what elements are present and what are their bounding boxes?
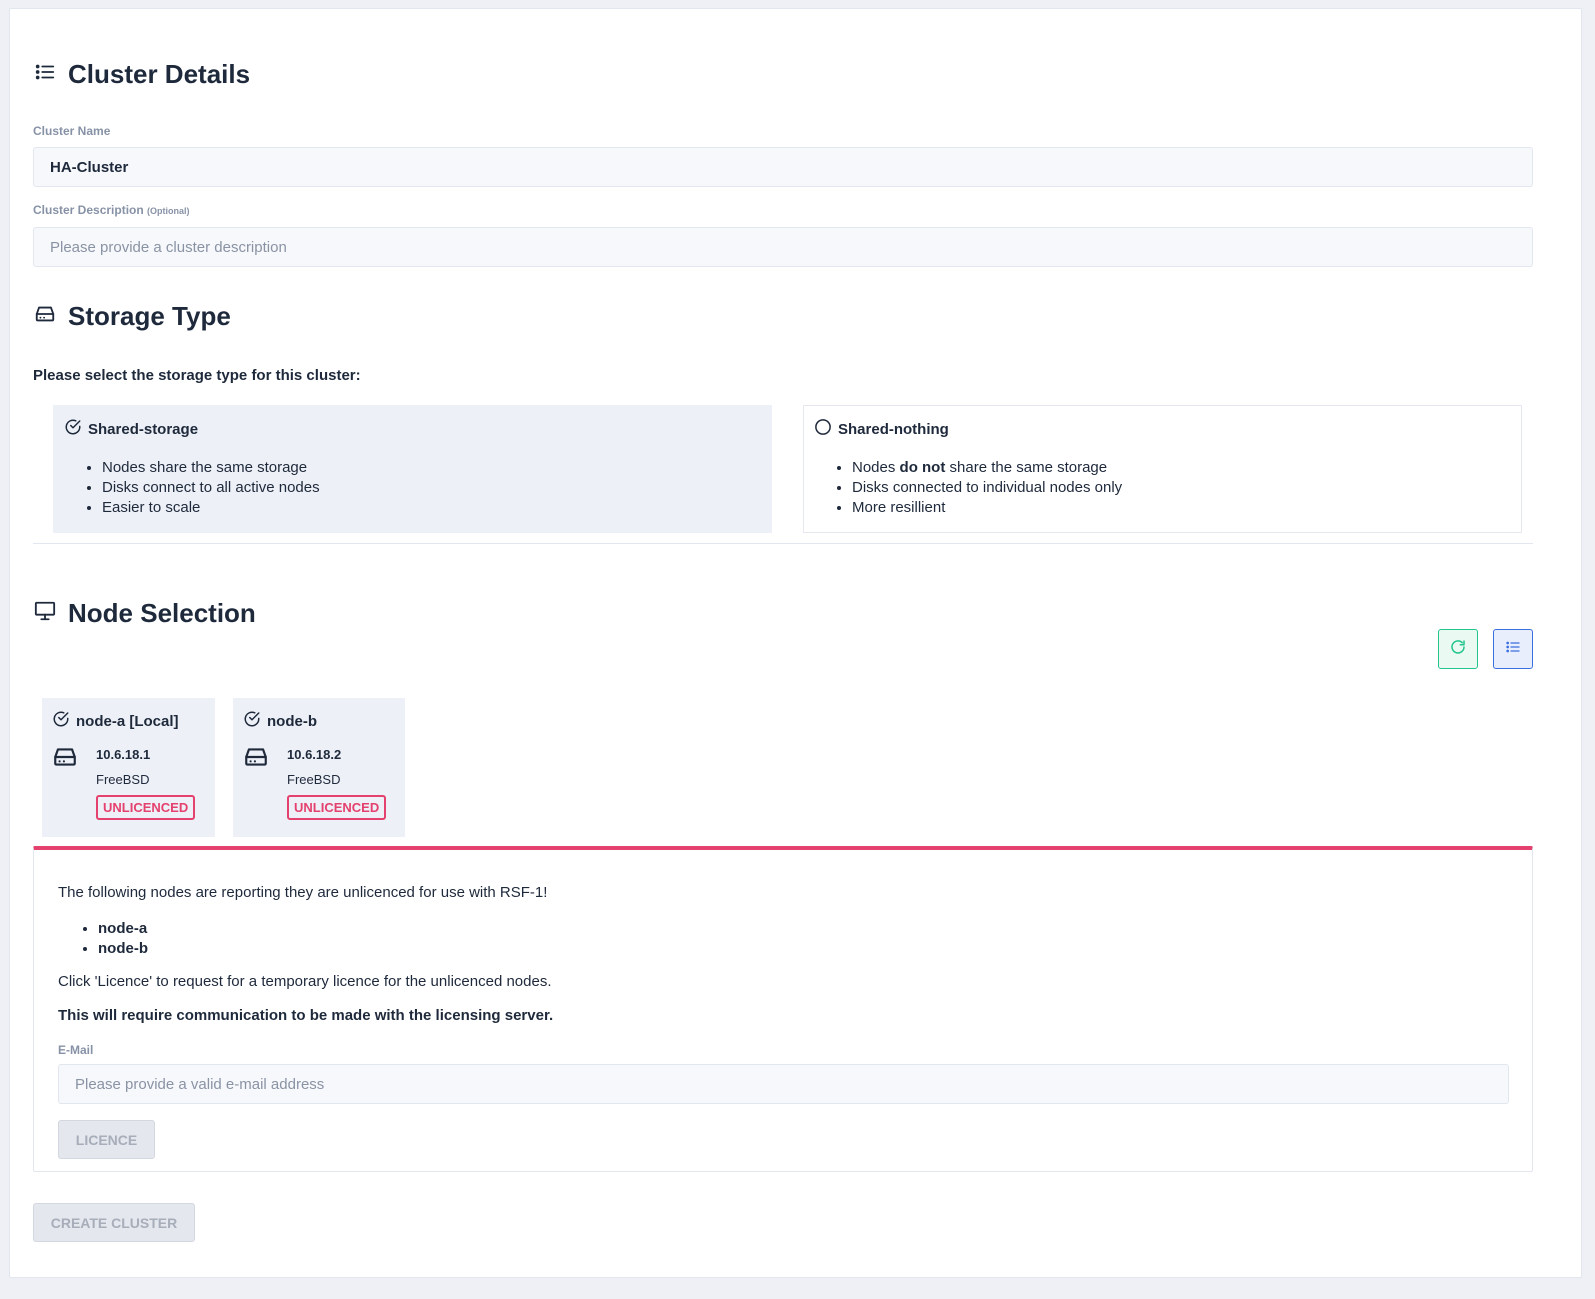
cluster-name-input[interactable]: HA-Cluster	[33, 147, 1533, 187]
email-input[interactable]: Please provide a valid e-mail address	[58, 1064, 1509, 1104]
cluster-description-label: Cluster Description (Optional)	[33, 203, 190, 217]
node-name: node-a [Local]	[76, 712, 179, 730]
list-item: More resillient	[852, 498, 1511, 518]
list-item: node-a	[98, 919, 148, 939]
node-ip: 10.6.18.2	[287, 747, 342, 762]
check-circle-icon	[64, 418, 82, 440]
list-item: Nodes do not share the same storage	[852, 458, 1511, 478]
shared-nothing-features: Nodes do not share the same storage Disk…	[852, 458, 1511, 518]
optional-tag: (Optional)	[147, 206, 190, 216]
licence-button[interactable]: LICENCE	[58, 1120, 155, 1159]
node-card-node-a[interactable]: node-a [Local] 10.6.18.1 FreeBSD UNLICEN…	[42, 698, 215, 837]
list-item: Nodes share the same storage	[102, 458, 761, 478]
refresh-icon	[1449, 638, 1467, 661]
list-icon	[34, 59, 56, 90]
shared-nothing-label: Shared-nothing	[838, 420, 949, 438]
circle-icon	[814, 418, 832, 440]
hard-drive-icon	[34, 301, 56, 332]
storage-option-shared-nothing[interactable]: Shared-nothing Nodes do not share the sa…	[803, 405, 1522, 533]
shared-storage-label: Shared-storage	[88, 420, 199, 438]
storage-type-heading: Storage Type	[34, 301, 231, 332]
section-divider	[33, 543, 1533, 544]
licence-alert-message: The following nodes are reporting they a…	[58, 884, 548, 901]
node-selection-title: Node Selection	[68, 598, 256, 628]
node-card-node-b[interactable]: node-b 10.6.18.2 FreeBSD UNLICENCED	[233, 698, 405, 837]
check-circle-icon	[52, 710, 70, 732]
shared-storage-features: Nodes share the same storage Disks conne…	[102, 458, 761, 518]
licence-instruction: Click 'Licence' to request for a tempora…	[58, 973, 552, 990]
storage-type-title: Storage Type	[68, 301, 231, 331]
list-item: Disks connect to all active nodes	[102, 478, 761, 498]
node-ip: 10.6.18.1	[96, 747, 151, 762]
hard-drive-icon	[243, 744, 269, 820]
status-badge: UNLICENCED	[287, 795, 387, 820]
list-item-text: share the same storage	[949, 459, 1108, 476]
refresh-button[interactable]	[1438, 629, 1478, 669]
cluster-form-card: Cluster Details Cluster Name HA-Cluster …	[9, 8, 1582, 1278]
list-item-text: Nodes	[852, 459, 896, 476]
licence-warning: This will require communication to be ma…	[58, 1007, 554, 1024]
hard-drive-icon	[52, 744, 78, 820]
cluster-description-label-text: Cluster Description	[33, 203, 144, 217]
cluster-description-input[interactable]: Please provide a cluster description	[33, 227, 1533, 267]
status-badge: UNLICENCED	[96, 795, 196, 820]
list-item-emphasis: do not	[899, 459, 946, 476]
node-selection-heading: Node Selection	[34, 598, 256, 629]
node-name: node-b	[267, 712, 317, 730]
list-item: Easier to scale	[102, 498, 761, 518]
node-os: FreeBSD	[96, 772, 150, 787]
cluster-details-title: Cluster Details	[68, 59, 251, 89]
check-circle-icon	[243, 710, 261, 732]
create-cluster-button[interactable]: CREATE CLUSTER	[33, 1203, 195, 1242]
storage-type-prompt: Please select the storage type for this …	[33, 367, 361, 384]
cluster-name-label: Cluster Name	[33, 124, 111, 138]
list-view-button[interactable]	[1493, 629, 1533, 669]
cluster-details-heading: Cluster Details	[34, 59, 250, 90]
list-item: node-b	[98, 939, 148, 959]
licence-alert-panel: The following nodes are reporting they a…	[33, 846, 1533, 1172]
monitor-icon	[34, 598, 56, 629]
email-label: E-Mail	[58, 1043, 94, 1057]
list-icon	[1505, 639, 1521, 660]
storage-option-shared-storage[interactable]: Shared-storage Nodes share the same stor…	[53, 405, 772, 533]
node-os: FreeBSD	[287, 772, 341, 787]
unlicenced-node-list: node-a node-b	[98, 919, 148, 959]
list-item: Disks connected to individual nodes only	[852, 478, 1511, 498]
